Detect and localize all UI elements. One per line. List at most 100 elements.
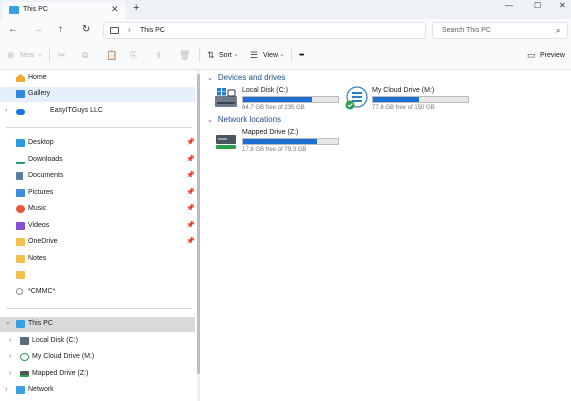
paste-button[interactable]: 📋 [106, 50, 117, 61]
sidebar-item-label: Documents [28, 172, 64, 179]
sidebar-item-mapped-drive-z[interactable]: › Mapped Drive (Z:) [0, 367, 195, 382]
tab-this-pc[interactable]: This PC ✕ [2, 2, 126, 19]
sidebar-item-onedrive[interactable]: OneDrive 📌 [0, 235, 195, 250]
network-icon [16, 386, 25, 394]
view-dropdown-chevron-icon: ⌄ [279, 51, 285, 58]
monitor-icon [110, 27, 119, 34]
expand-chevron-icon[interactable]: › [5, 386, 7, 393]
drive-local-disk-c[interactable]: Local Disk (C:) 64.7 GB free of 235 GB [215, 87, 340, 113]
pin-icon[interactable]: 📌 [186, 155, 195, 163]
drive-usage-bar [242, 138, 339, 145]
expand-chevron-icon[interactable]: › [9, 370, 11, 377]
back-button[interactable]: ← [8, 24, 18, 36]
main-content: ⌄ Devices and drives Local Disk (C:) 64.7… [200, 70, 571, 401]
sidebar-item-onedrive-easyitguys[interactable]: › EasyITGuys LLC [0, 104, 195, 119]
view-icon: ☰ [250, 50, 259, 60]
expand-chevron-icon[interactable]: › [9, 353, 11, 360]
sidebar-item-label: This PC [28, 320, 53, 327]
search-input[interactable]: Search This PC [442, 27, 491, 34]
sidebar-item-gallery[interactable]: Gallery [0, 87, 195, 102]
documents-icon [16, 172, 23, 180]
pictures-icon [16, 189, 25, 197]
pin-icon[interactable]: 📌 [186, 221, 195, 229]
pin-icon[interactable]: 📌 [186, 138, 195, 146]
title-bar: This PC ✕ + — ☐ ✕ [0, 0, 571, 19]
maximize-button[interactable]: ☐ [534, 1, 541, 10]
disk-icon [20, 337, 29, 345]
sort-button[interactable]: Sort [219, 52, 232, 59]
divider [6, 127, 192, 128]
section-title: Devices and drives [217, 73, 286, 82]
sidebar-item-network[interactable]: › Network [0, 383, 195, 398]
address-bar[interactable]: › This PC [103, 22, 426, 39]
sidebar-item-videos[interactable]: Videos 📌 [0, 219, 195, 234]
sidebar-item-label: Downloads [28, 156, 63, 163]
onedrive-cloud-icon [16, 109, 25, 115]
up-button[interactable]: ↑ [58, 24, 63, 36]
sidebar-item-desktop[interactable]: Desktop 📌 [0, 136, 195, 151]
breadcrumb-separator[interactable]: › [128, 25, 131, 34]
divider [6, 308, 192, 309]
new-tab-button[interactable]: + [133, 2, 139, 14]
drive-free-space: 17.8 GB free of 79.3 GB [242, 147, 307, 153]
sidebar-item-home[interactable]: Home [0, 71, 195, 86]
share-button[interactable]: ⇪ [155, 50, 163, 61]
forward-button[interactable]: → [33, 24, 43, 36]
sidebar-item-downloads[interactable]: Downloads 📌 [0, 153, 195, 168]
cloud-drive-icon [20, 353, 29, 361]
pin-icon[interactable]: 📌 [186, 204, 195, 212]
sidebar-item-label: Desktop [28, 139, 54, 146]
sidebar-item-local-disk-c[interactable]: › Local Disk (C:) [0, 334, 195, 349]
network-drive-icon [20, 371, 29, 377]
close-tab-icon[interactable]: ✕ [111, 4, 119, 15]
folder-icon [16, 238, 25, 246]
pin-icon[interactable]: 📌 [186, 171, 195, 179]
new-dropdown-chevron-icon: ⌄ [37, 51, 43, 58]
view-button[interactable]: View [263, 52, 278, 59]
expand-chevron-icon[interactable]: › [5, 107, 7, 114]
more-options-button[interactable]: ••• [299, 52, 304, 59]
pin-icon[interactable]: 📌 [186, 188, 195, 196]
delete-button[interactable]: 🗑 [179, 50, 190, 61]
drive-usage-fill [243, 139, 317, 144]
sidebar-item-cmmc-search[interactable]: *CMMC* [0, 285, 195, 300]
sidebar-item-pictures[interactable]: Pictures 📌 [0, 186, 195, 201]
new-button[interactable]: New [20, 52, 34, 59]
windows-disk-icon [215, 88, 237, 107]
cut-button[interactable]: ✂ [58, 50, 66, 61]
copy-button[interactable]: ⧉ [82, 50, 88, 61]
drive-name: Mapped Drive (Z:) [242, 129, 299, 136]
devices-and-drives-heading[interactable]: ⌄ Devices and drives [207, 73, 285, 82]
sidebar-item-this-pc[interactable]: ⌄ This PC [0, 317, 195, 332]
folder-icon [16, 271, 25, 279]
drive-name: My Cloud Drive (M:) [372, 87, 435, 94]
new-icon: ⊕ [7, 50, 15, 60]
network-drive-icon [216, 135, 236, 149]
sidebar-item-notes[interactable]: Notes [0, 252, 195, 267]
sidebar-item-unnamed-folder[interactable] [0, 268, 195, 283]
sidebar-item-my-cloud-drive[interactable]: › My Cloud Drive (M:) [0, 350, 195, 365]
search-box[interactable]: Search This PC ⌕ [432, 22, 568, 39]
preview-button[interactable]: Preview [540, 52, 565, 59]
breadcrumb-this-pc[interactable]: This PC [140, 27, 165, 34]
sidebar-item-label: Home [28, 74, 47, 81]
chevron-down-icon: ⌄ [207, 75, 213, 82]
expand-chevron-icon[interactable]: › [9, 337, 11, 344]
home-icon [16, 74, 25, 82]
close-window-button[interactable]: ✕ [559, 1, 566, 10]
network-locations-heading[interactable]: ⌄ Network locations [207, 115, 281, 124]
rename-button[interactable]: ⎘ [130, 50, 137, 61]
drive-my-cloud-drive-m[interactable]: My Cloud Drive (M:) 77.8 GB free of 150 … [345, 86, 475, 113]
sidebar-item-music[interactable]: Music 📌 [0, 202, 195, 217]
refresh-button[interactable]: ↻ [82, 24, 90, 36]
navigation-pane: Home Gallery › EasyITGuys LLC Desktop 📌 … [0, 70, 200, 401]
drive-mapped-drive-z[interactable]: Mapped Drive (Z:) 17.8 GB free of 79.3 G… [215, 129, 340, 155]
minimize-button[interactable]: — [505, 1, 513, 10]
sidebar-item-label: Gallery [28, 90, 51, 97]
drive-free-space: 64.7 GB free of 235 GB [242, 105, 305, 111]
pin-icon[interactable]: 📌 [186, 237, 195, 245]
drive-usage-fill [373, 97, 419, 102]
sidebar-item-documents[interactable]: Documents 📌 [0, 169, 195, 184]
collapse-chevron-icon[interactable]: ⌄ [5, 318, 11, 326]
this-pc-icon [9, 6, 19, 14]
